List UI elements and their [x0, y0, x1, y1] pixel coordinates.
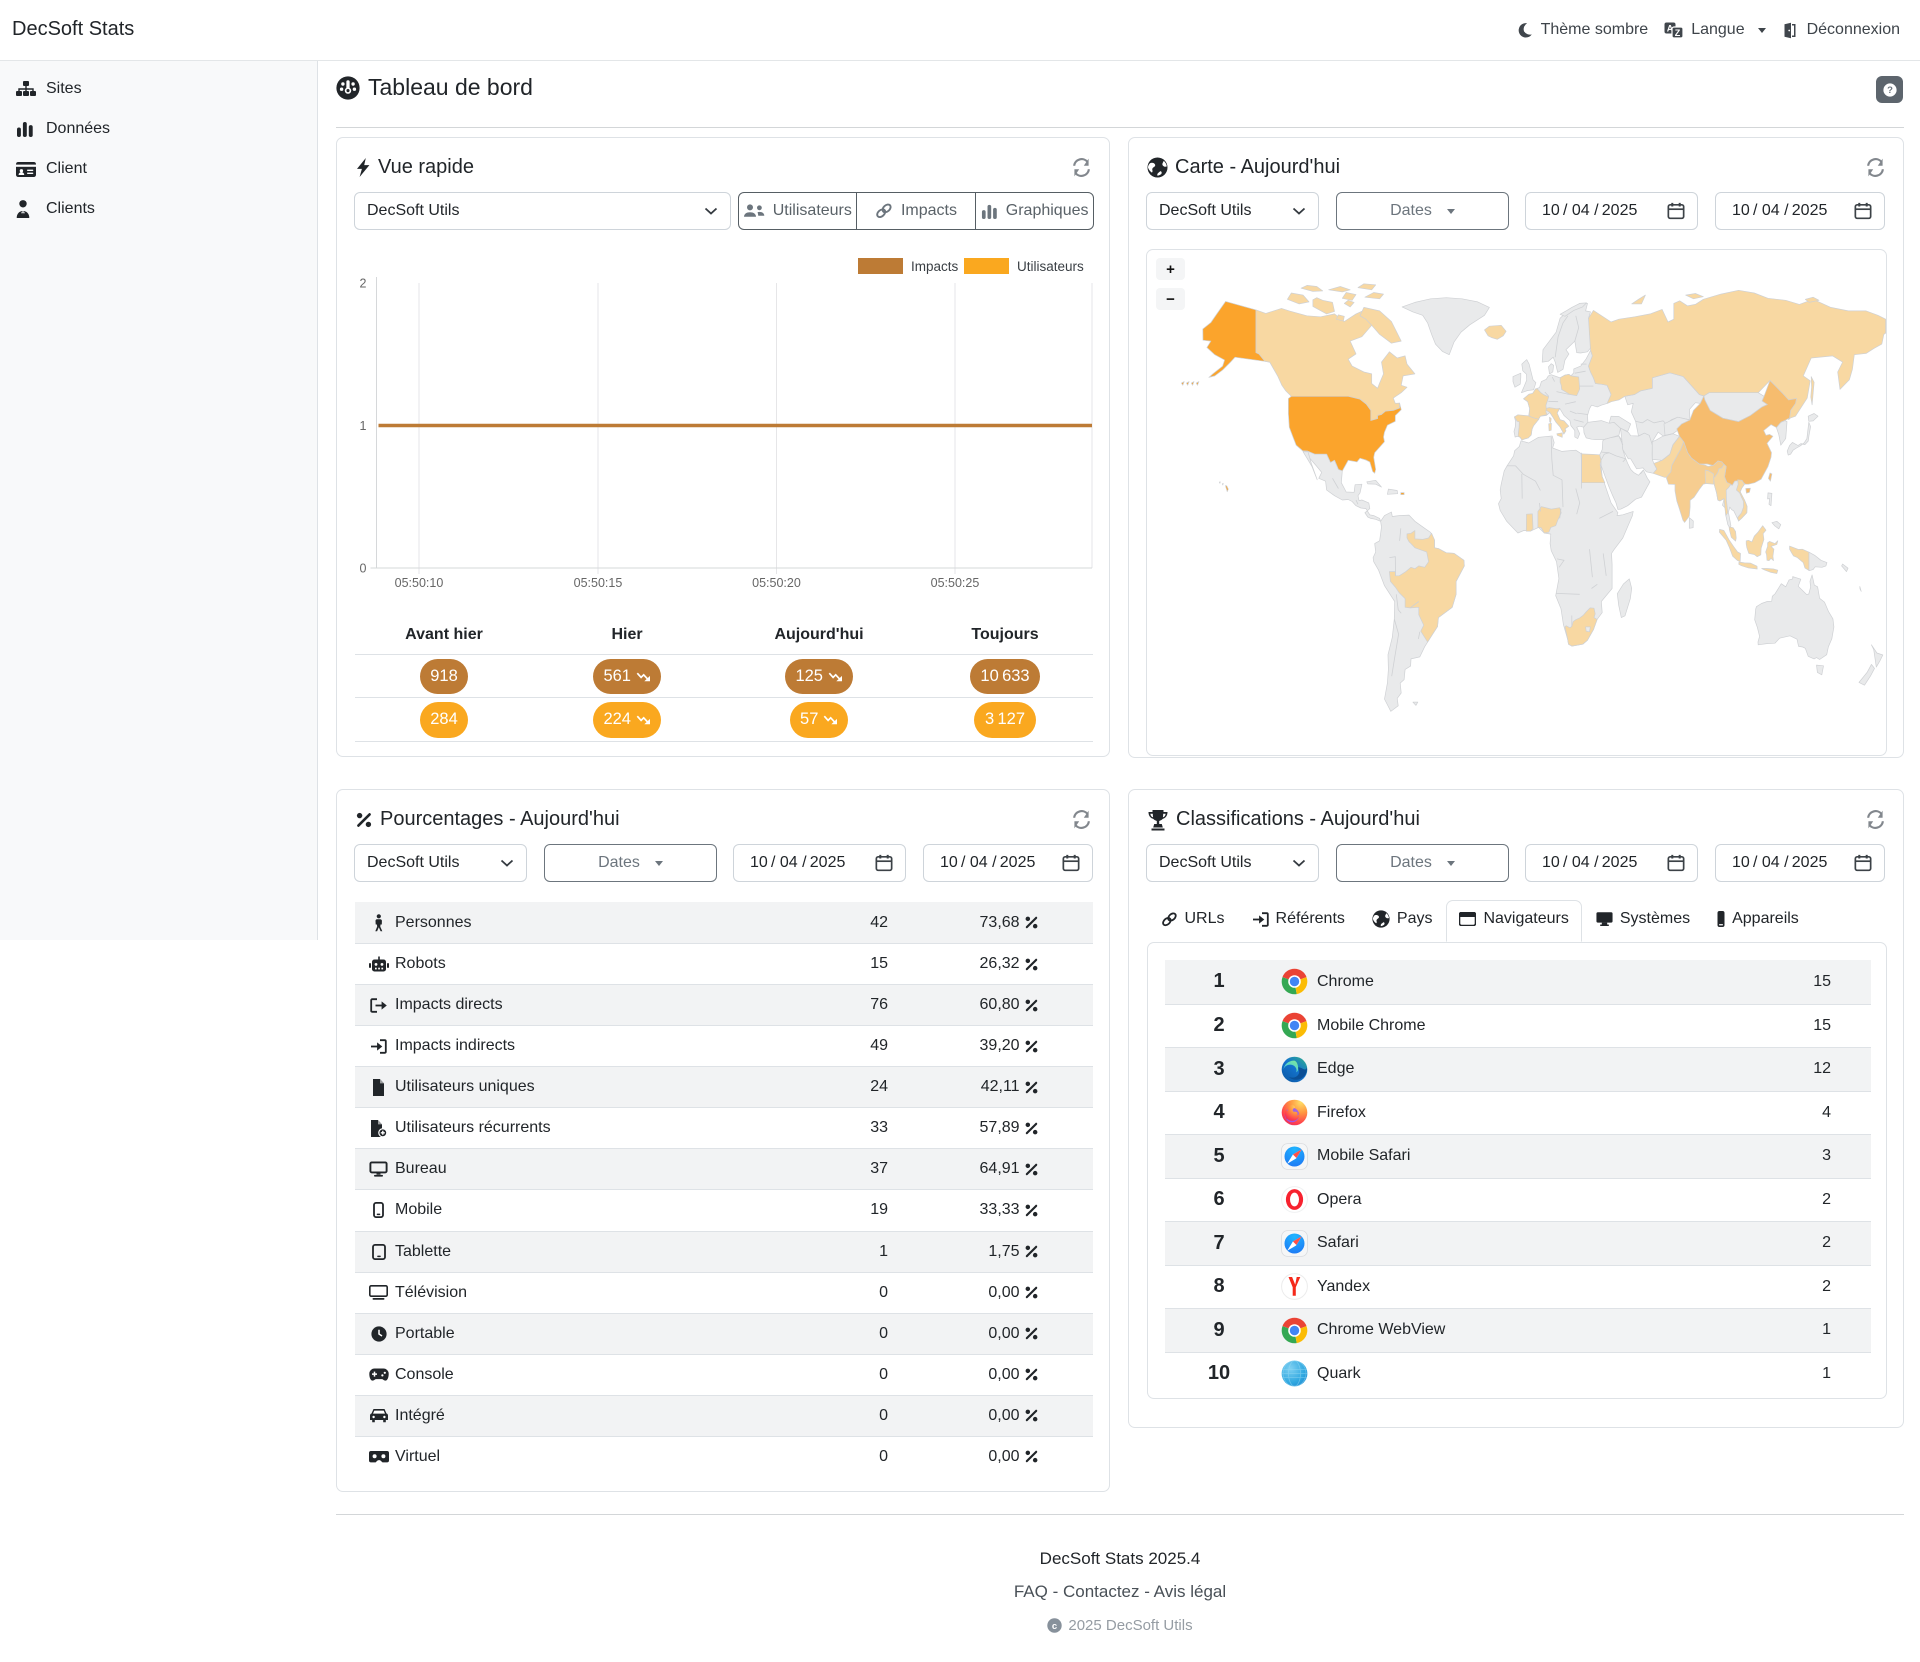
svg-text:?: ? [1887, 85, 1893, 96]
svg-text:05:50:20: 05:50:20 [752, 576, 801, 590]
svg-text:2: 2 [360, 277, 367, 291]
svg-text:05:50:15: 05:50:15 [574, 576, 623, 590]
svg-text:Impacts: Impacts [911, 259, 959, 274]
svg-text:0: 0 [360, 562, 367, 576]
svg-text:05:50:10: 05:50:10 [395, 576, 444, 590]
svg-text:Z: Z [1675, 28, 1681, 38]
svg-text:Utilisateurs: Utilisateurs [1017, 259, 1084, 274]
svg-text:05:50:25: 05:50:25 [931, 576, 980, 590]
svg-text:1: 1 [360, 419, 367, 433]
svg-text:c: c [1052, 1621, 1057, 1632]
